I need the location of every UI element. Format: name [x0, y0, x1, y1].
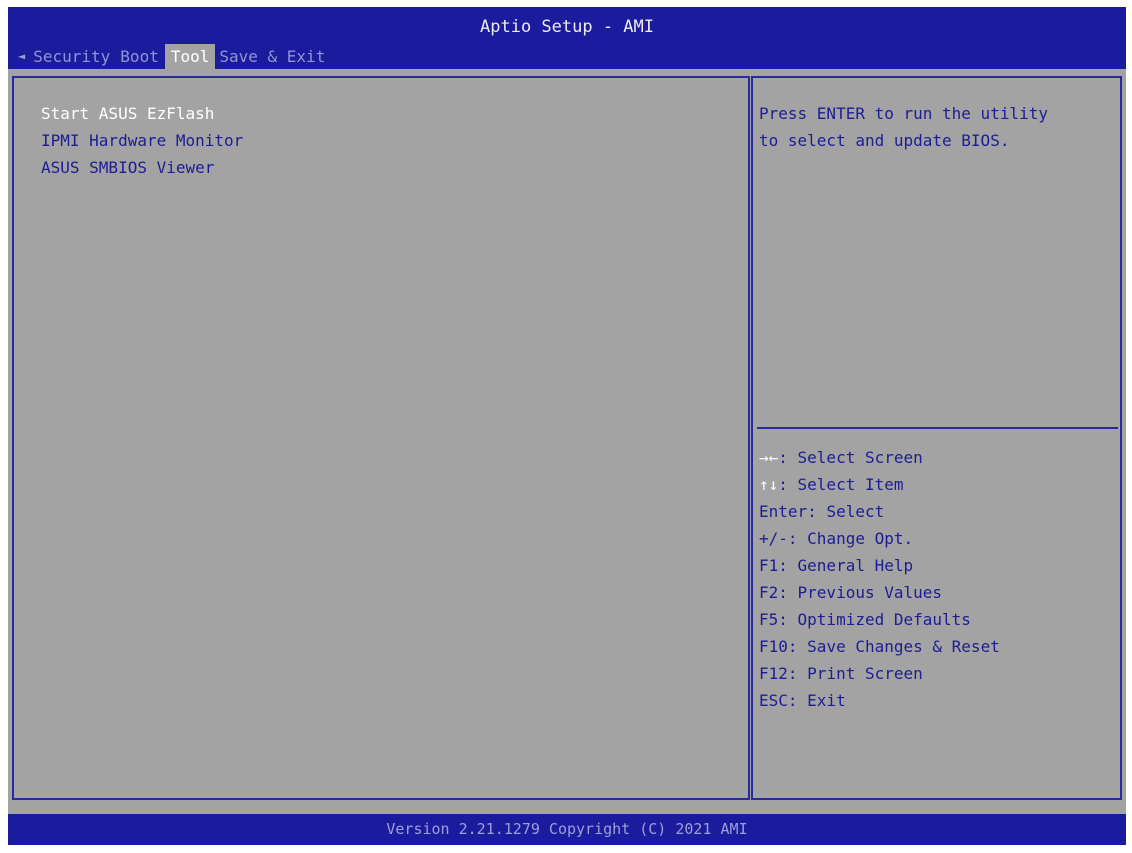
- key-legend-item: F1: General Help: [759, 552, 1000, 579]
- help-panel: Press ENTER to run the utility to select…: [751, 76, 1122, 800]
- key-description: : Select Item: [778, 475, 904, 494]
- arrow-left-right-icon: →←: [759, 448, 779, 467]
- key-name: +/-: [759, 529, 788, 548]
- key-name: Enter: [759, 502, 808, 521]
- arrow-left-icon[interactable]: ◄: [18, 44, 29, 69]
- tab-save-exit[interactable]: Save & Exit: [215, 44, 331, 69]
- menu-item-start-ezflash[interactable]: Start ASUS EzFlash: [41, 100, 243, 127]
- key-name: ESC: [759, 691, 788, 710]
- arrow-up-down-icon: ↑↓: [759, 475, 779, 494]
- key-name: F2: [759, 583, 779, 602]
- key-name: F10: [759, 637, 788, 656]
- key-name: F5: [759, 610, 779, 629]
- key-legend-item: Enter: Select: [759, 498, 1000, 525]
- key-name: F1: [759, 556, 779, 575]
- key-legend-item: F5: Optimized Defaults: [759, 606, 1000, 633]
- key-description: : Save Changes & Reset: [787, 637, 1000, 656]
- key-legend-item: ESC: Exit: [759, 687, 1000, 714]
- help-description: Press ENTER to run the utility to select…: [759, 100, 1048, 154]
- key-legend-item: F12: Print Screen: [759, 660, 1000, 687]
- menu-item-ipmi-hardware-monitor[interactable]: IPMI Hardware Monitor: [41, 127, 243, 154]
- key-description: : Change Opt.: [787, 529, 914, 548]
- tab-boot[interactable]: Boot: [116, 44, 165, 69]
- key-legend-item: F10: Save Changes & Reset: [759, 633, 1000, 660]
- key-description: : Select Screen: [778, 448, 923, 467]
- version-text: Version 2.21.1279 Copyright (C) 2021 AMI: [386, 820, 748, 838]
- tool-menu: Start ASUS EzFlash IPMI Hardware Monitor…: [41, 100, 243, 181]
- key-name: F12: [759, 664, 788, 683]
- help-line: to select and update BIOS.: [759, 131, 1010, 150]
- key-legend-item: F2: Previous Values: [759, 579, 1000, 606]
- key-legend-item: ↑↓: Select Item: [759, 471, 1000, 498]
- tab-bar: ◄ Security Boot Tool Save & Exit: [18, 44, 331, 69]
- help-divider: [757, 427, 1118, 429]
- key-description: : Select: [807, 502, 885, 521]
- tab-security[interactable]: Security: [29, 44, 116, 69]
- key-description: : Print Screen: [787, 664, 923, 683]
- key-description: : Exit: [787, 691, 846, 710]
- key-legend: →←: Select Screen ↑↓: Select Item Enter:…: [759, 444, 1000, 714]
- menu-item-smbios-viewer[interactable]: ASUS SMBIOS Viewer: [41, 154, 243, 181]
- key-legend-item: →←: Select Screen: [759, 444, 1000, 471]
- help-line: Press ENTER to run the utility: [759, 104, 1048, 123]
- key-description: : General Help: [778, 556, 914, 575]
- key-description: : Optimized Defaults: [778, 610, 971, 629]
- window-title: Aptio Setup - AMI: [480, 17, 654, 37]
- key-description: : Previous Values: [778, 583, 943, 602]
- footer-bar: Version 2.21.1279 Copyright (C) 2021 AMI: [8, 814, 1126, 845]
- header-bar: Aptio Setup - AMI ◄ Security Boot Tool S…: [8, 7, 1126, 69]
- main-panel: Start ASUS EzFlash IPMI Hardware Monitor…: [12, 76, 750, 800]
- tab-tool[interactable]: Tool: [164, 44, 216, 69]
- bios-screen: Aptio Setup - AMI ◄ Security Boot Tool S…: [8, 7, 1126, 845]
- key-legend-item: +/-: Change Opt.: [759, 525, 1000, 552]
